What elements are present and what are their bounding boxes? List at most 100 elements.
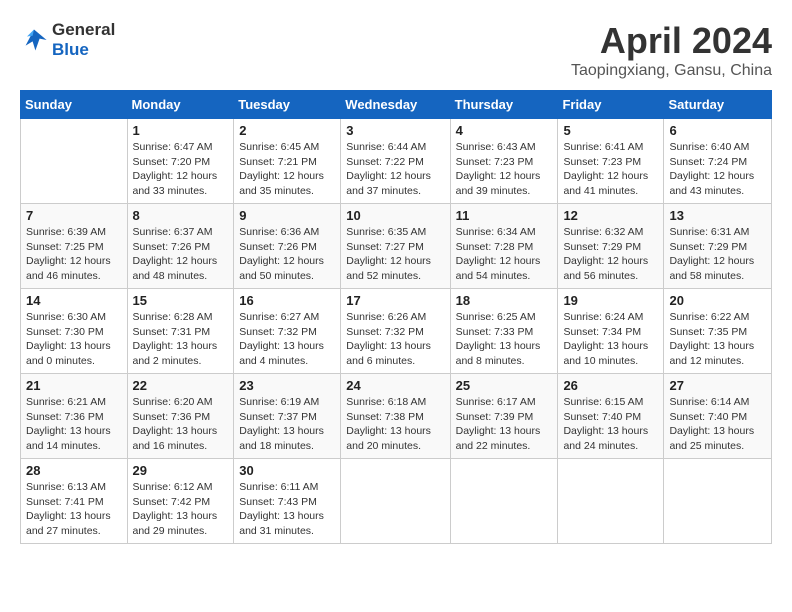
day-info: Sunrise: 6:13 AM Sunset: 7:41 PM Dayligh… — [26, 480, 122, 539]
day-info: Sunrise: 6:47 AM Sunset: 7:20 PM Dayligh… — [133, 140, 229, 199]
calendar-week-row: 28 Sunrise: 6:13 AM Sunset: 7:41 PM Dayli… — [21, 459, 772, 544]
calendar-cell: 14 Sunrise: 6:30 AM Sunset: 7:30 PM Dayli… — [21, 289, 128, 374]
day-info: Sunrise: 6:11 AM Sunset: 7:43 PM Dayligh… — [239, 480, 335, 539]
day-number: 14 — [26, 293, 122, 308]
day-number: 10 — [346, 208, 444, 223]
calendar-cell: 6 Sunrise: 6:40 AM Sunset: 7:24 PM Daylig… — [664, 119, 772, 204]
day-number: 25 — [456, 378, 553, 393]
calendar-cell: 25 Sunrise: 6:17 AM Sunset: 7:39 PM Dayli… — [450, 374, 558, 459]
calendar-cell: 30 Sunrise: 6:11 AM Sunset: 7:43 PM Dayli… — [234, 459, 341, 544]
day-number: 11 — [456, 208, 553, 223]
day-info: Sunrise: 6:22 AM Sunset: 7:35 PM Dayligh… — [669, 310, 766, 369]
logo: General Blue — [20, 20, 115, 60]
calendar-cell: 4Sunrise: 6:43 AM Sunset: 7:23 PM Daylig… — [450, 119, 558, 204]
calendar-cell: 9 Sunrise: 6:36 AM Sunset: 7:26 PM Daylig… — [234, 204, 341, 289]
calendar-cell: 24 Sunrise: 6:18 AM Sunset: 7:38 PM Dayli… — [341, 374, 450, 459]
day-number: 17 — [346, 293, 444, 308]
logo-text: General Blue — [52, 20, 115, 60]
calendar-cell: 16 Sunrise: 6:27 AM Sunset: 7:32 PM Dayli… — [234, 289, 341, 374]
calendar-cell: 13 Sunrise: 6:31 AM Sunset: 7:29 PM Dayli… — [664, 204, 772, 289]
day-info: Sunrise: 6:15 AM Sunset: 7:40 PM Dayligh… — [563, 395, 658, 454]
calendar-cell: 3 Sunrise: 6:44 AM Sunset: 7:22 PM Daylig… — [341, 119, 450, 204]
calendar-cell — [21, 119, 128, 204]
day-number: 20 — [669, 293, 766, 308]
day-number: 29 — [133, 463, 229, 478]
day-number: 1 — [133, 123, 229, 138]
day-number: 27 — [669, 378, 766, 393]
weekday-header: Sunday — [21, 91, 128, 119]
day-number: 22 — [133, 378, 229, 393]
day-info: Sunrise: 6:12 AM Sunset: 7:42 PM Dayligh… — [133, 480, 229, 539]
day-number: 26 — [563, 378, 658, 393]
calendar-cell: 2 Sunrise: 6:45 AM Sunset: 7:21 PM Daylig… — [234, 119, 341, 204]
day-info: Sunrise: 6:27 AM Sunset: 7:32 PM Dayligh… — [239, 310, 335, 369]
day-info: Sunrise: 6:35 AM Sunset: 7:27 PM Dayligh… — [346, 225, 444, 284]
calendar-cell: 11Sunrise: 6:34 AM Sunset: 7:28 PM Dayli… — [450, 204, 558, 289]
calendar-cell: 20 Sunrise: 6:22 AM Sunset: 7:35 PM Dayli… — [664, 289, 772, 374]
day-number: 4 — [456, 123, 553, 138]
calendar-cell: 12Sunrise: 6:32 AM Sunset: 7:29 PM Dayli… — [558, 204, 664, 289]
day-info: Sunrise: 6:19 AM Sunset: 7:37 PM Dayligh… — [239, 395, 335, 454]
day-number: 15 — [133, 293, 229, 308]
calendar-cell: 26 Sunrise: 6:15 AM Sunset: 7:40 PM Dayli… — [558, 374, 664, 459]
day-info: Sunrise: 6:24 AM Sunset: 7:34 PM Dayligh… — [563, 310, 658, 369]
day-info: Sunrise: 6:21 AM Sunset: 7:36 PM Dayligh… — [26, 395, 122, 454]
day-info: Sunrise: 6:44 AM Sunset: 7:22 PM Dayligh… — [346, 140, 444, 199]
weekday-header: Saturday — [664, 91, 772, 119]
calendar-cell — [341, 459, 450, 544]
day-number: 7 — [26, 208, 122, 223]
day-number: 2 — [239, 123, 335, 138]
day-number: 28 — [26, 463, 122, 478]
day-info: Sunrise: 6:30 AM Sunset: 7:30 PM Dayligh… — [26, 310, 122, 369]
calendar-cell: 29 Sunrise: 6:12 AM Sunset: 7:42 PM Dayli… — [127, 459, 234, 544]
day-number: 19 — [563, 293, 658, 308]
calendar-cell — [664, 459, 772, 544]
location: Taopingxiang, Gansu, China — [571, 62, 772, 80]
calendar-cell: 1 Sunrise: 6:47 AM Sunset: 7:20 PM Daylig… — [127, 119, 234, 204]
day-info: Sunrise: 6:45 AM Sunset: 7:21 PM Dayligh… — [239, 140, 335, 199]
day-info: Sunrise: 6:36 AM Sunset: 7:26 PM Dayligh… — [239, 225, 335, 284]
day-number: 23 — [239, 378, 335, 393]
weekday-header: Monday — [127, 91, 234, 119]
day-info: Sunrise: 6:41 AM Sunset: 7:23 PM Dayligh… — [563, 140, 658, 199]
day-info: Sunrise: 6:28 AM Sunset: 7:31 PM Dayligh… — [133, 310, 229, 369]
day-info: Sunrise: 6:32 AM Sunset: 7:29 PM Dayligh… — [563, 225, 658, 284]
weekday-header-row: SundayMondayTuesdayWednesdayThursdayFrid… — [21, 91, 772, 119]
month-title: April 2024 — [571, 20, 772, 62]
calendar-cell: 8Sunrise: 6:37 AM Sunset: 7:26 PM Daylig… — [127, 204, 234, 289]
calendar-cell: 23 Sunrise: 6:19 AM Sunset: 7:37 PM Dayli… — [234, 374, 341, 459]
day-info: Sunrise: 6:14 AM Sunset: 7:40 PM Dayligh… — [669, 395, 766, 454]
weekday-header: Thursday — [450, 91, 558, 119]
day-info: Sunrise: 6:20 AM Sunset: 7:36 PM Dayligh… — [133, 395, 229, 454]
calendar-week-row: 14 Sunrise: 6:30 AM Sunset: 7:30 PM Dayli… — [21, 289, 772, 374]
title-block: April 2024 Taopingxiang, Gansu, China — [571, 20, 772, 80]
day-number: 30 — [239, 463, 335, 478]
calendar-cell — [450, 459, 558, 544]
calendar-cell: 18 Sunrise: 6:25 AM Sunset: 7:33 PM Dayli… — [450, 289, 558, 374]
calendar-cell: 28 Sunrise: 6:13 AM Sunset: 7:41 PM Dayli… — [21, 459, 128, 544]
day-info: Sunrise: 6:40 AM Sunset: 7:24 PM Dayligh… — [669, 140, 766, 199]
calendar-cell — [558, 459, 664, 544]
day-number: 18 — [456, 293, 553, 308]
day-info: Sunrise: 6:17 AM Sunset: 7:39 PM Dayligh… — [456, 395, 553, 454]
calendar-cell: 27 Sunrise: 6:14 AM Sunset: 7:40 PM Dayli… — [664, 374, 772, 459]
page-header: General Blue April 2024 Taopingxiang, Ga… — [20, 20, 772, 80]
day-info: Sunrise: 6:39 AM Sunset: 7:25 PM Dayligh… — [26, 225, 122, 284]
day-number: 9 — [239, 208, 335, 223]
day-number: 3 — [346, 123, 444, 138]
day-info: Sunrise: 6:31 AM Sunset: 7:29 PM Dayligh… — [669, 225, 766, 284]
calendar-week-row: 1 Sunrise: 6:47 AM Sunset: 7:20 PM Daylig… — [21, 119, 772, 204]
calendar-cell: 10 Sunrise: 6:35 AM Sunset: 7:27 PM Dayli… — [341, 204, 450, 289]
calendar-week-row: 7 Sunrise: 6:39 AM Sunset: 7:25 PM Daylig… — [21, 204, 772, 289]
calendar-cell: 17 Sunrise: 6:26 AM Sunset: 7:32 PM Dayli… — [341, 289, 450, 374]
day-number: 24 — [346, 378, 444, 393]
day-number: 13 — [669, 208, 766, 223]
day-info: Sunrise: 6:25 AM Sunset: 7:33 PM Dayligh… — [456, 310, 553, 369]
day-number: 16 — [239, 293, 335, 308]
calendar-table: SundayMondayTuesdayWednesdayThursdayFrid… — [20, 90, 772, 544]
day-info: Sunrise: 6:37 AM Sunset: 7:26 PM Dayligh… — [133, 225, 229, 284]
day-info: Sunrise: 6:26 AM Sunset: 7:32 PM Dayligh… — [346, 310, 444, 369]
day-number: 6 — [669, 123, 766, 138]
day-info: Sunrise: 6:18 AM Sunset: 7:38 PM Dayligh… — [346, 395, 444, 454]
calendar-week-row: 21Sunrise: 6:21 AM Sunset: 7:36 PM Dayli… — [21, 374, 772, 459]
